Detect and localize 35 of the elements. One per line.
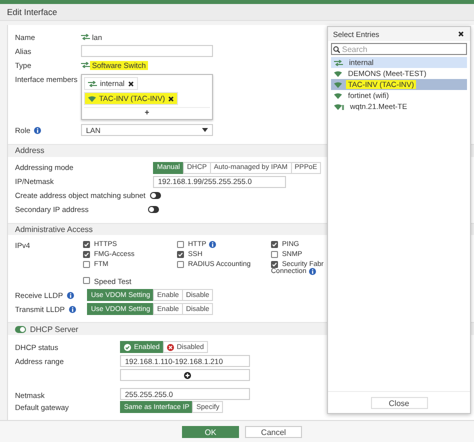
switch-icon xyxy=(334,60,343,66)
section-title: Administrative Access xyxy=(15,225,93,234)
switch-icon xyxy=(81,62,90,68)
wifi-icon xyxy=(88,96,96,102)
switch-icon xyxy=(88,80,97,86)
search-field[interactable]: Search xyxy=(331,43,467,55)
switch-icon xyxy=(81,34,90,40)
checkmark-icon xyxy=(272,262,277,268)
checkmark-icon xyxy=(272,242,277,248)
info-icon xyxy=(66,292,74,299)
close-icon[interactable] xyxy=(458,31,464,37)
checkmark-icon xyxy=(178,252,183,258)
info-icon xyxy=(209,241,216,248)
ok-button[interactable]: OK xyxy=(182,426,239,438)
section-title: DHCP Server xyxy=(30,324,78,334)
toggle-switch[interactable] xyxy=(15,326,26,333)
window-title: Edit Interface xyxy=(7,7,58,17)
info-icon xyxy=(68,306,76,313)
search-icon xyxy=(333,46,340,52)
info-icon xyxy=(309,268,316,276)
close-button[interactable]: Close xyxy=(370,396,428,408)
remove-icon[interactable] xyxy=(128,80,134,86)
check-circle-icon xyxy=(124,344,131,351)
remove-icon[interactable] xyxy=(168,96,174,102)
cancel-button[interactable]: Cancel xyxy=(245,426,302,438)
add-icon[interactable] xyxy=(184,372,190,379)
toggle-switch[interactable] xyxy=(148,206,159,214)
wifi-icon xyxy=(334,104,344,110)
add-range-field[interactable] xyxy=(120,369,250,382)
toggle-switch[interactable] xyxy=(150,192,160,200)
alias-field[interactable] xyxy=(81,45,213,57)
cross-circle-icon xyxy=(166,344,174,351)
caret-icon xyxy=(202,128,208,132)
section-title: Address xyxy=(15,146,44,156)
info-icon xyxy=(34,126,42,134)
